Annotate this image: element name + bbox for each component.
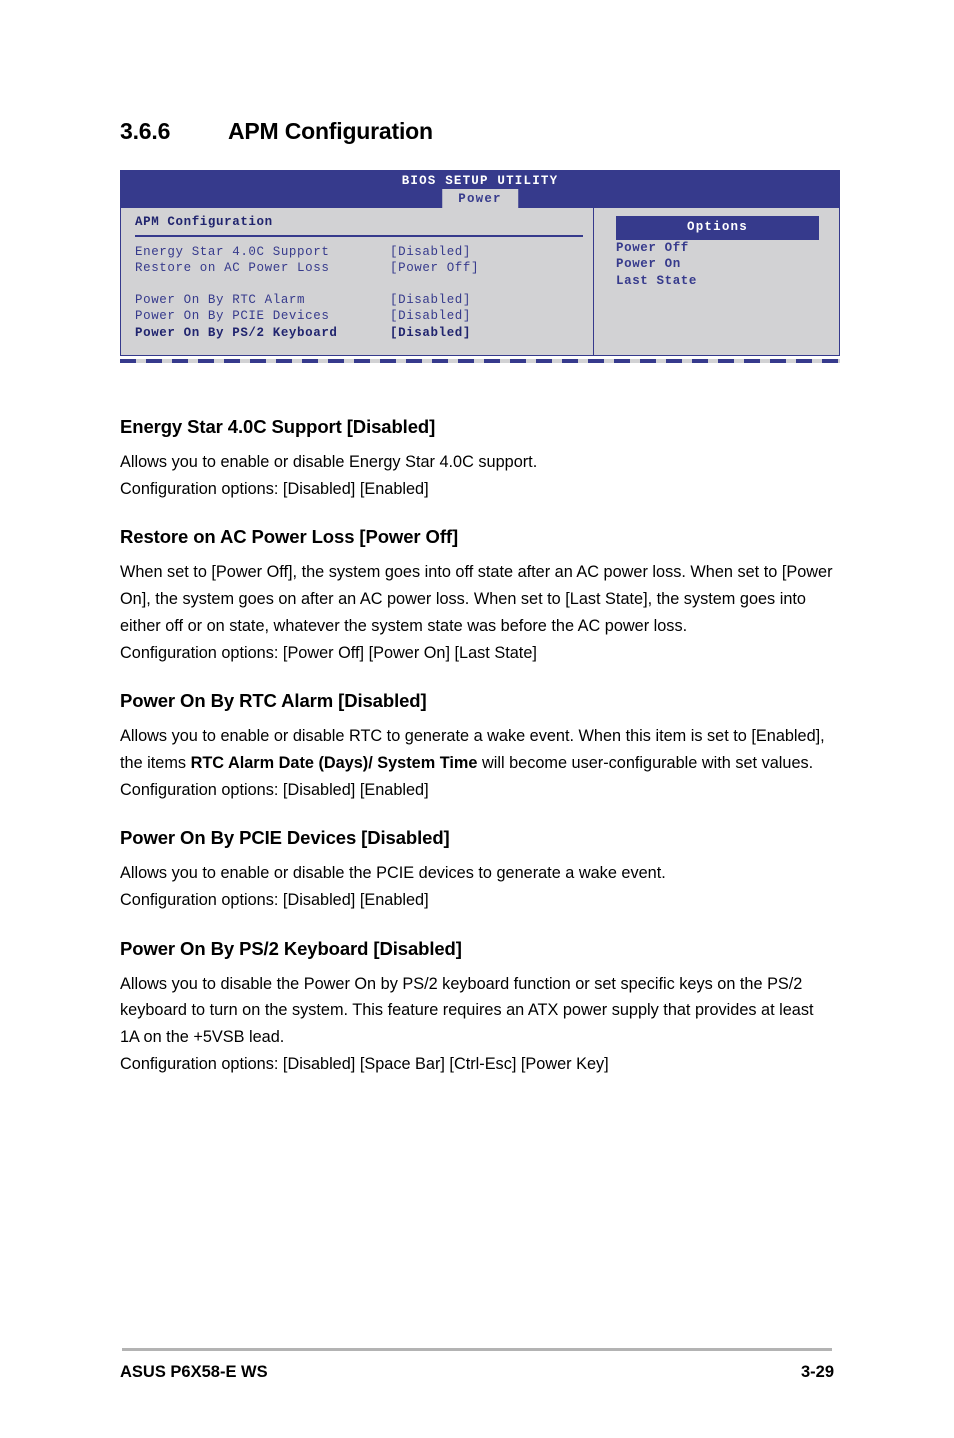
footer-divider [122,1348,832,1351]
bios-setting-value[interactable]: [Disabled] [390,308,471,325]
item-paragraph: Configuration options: [Disabled] [Space… [120,1051,834,1078]
description-block: Restore on AC Power Loss [Power Off] When… [120,526,834,666]
bios-header: BIOS SETUP UTILITY Power [120,170,840,211]
bios-settings-panel: APM Configuration Energy Star 4.0C Suppo… [121,208,594,355]
bios-bottom-dashed-rule [120,359,840,363]
paragraph-text: Allows you to enable or disable Energy S… [120,453,538,471]
bios-body: APM Configuration Energy Star 4.0C Suppo… [120,208,840,356]
page-title: 3.6.6 APM Configuration [120,118,433,145]
paragraph-text: Configuration options: [Power Off] [Powe… [120,643,537,662]
bios-setting-label: Energy Star 4.0C Support [135,244,330,259]
bios-panel-title: APM Configuration [135,215,273,229]
paragraph-text: Allows you to enable or disable the PCIE… [120,864,666,883]
paragraph-text: When set to [Power Off], the system goes… [120,563,833,635]
item-paragraph: Allows you to enable or disable the PCIE… [120,860,834,887]
item-paragraph: Configuration options: [Disabled] [Enabl… [120,476,834,503]
item-paragraph: Allows you to enable or disable RTC to g… [120,723,834,803]
option-item[interactable]: Power On [594,256,839,273]
section-number: 3.6.6 [120,118,171,144]
options-list: Power Off Power On Last State [594,240,839,290]
bios-setting-value[interactable]: [Disabled] [390,292,471,309]
footer-page-number: 3-29 [800,1363,834,1381]
description-block: Power On By PS/2 Keyboard [Disabled] Allo… [120,938,834,1078]
section-title: APM Configuration [228,118,433,144]
item-paragraph: Configuration options: [Disabled] [Enabl… [120,887,834,914]
bios-settings-list: Energy Star 4.0C Support [Disabled] Restor… [135,244,593,342]
item-paragraph: Allows you to disable the Power On by PS… [120,971,834,1051]
paragraph-text: Configuration options: [Disabled] [Enabl… [120,891,429,910]
description-block: Power On By PCIE Devices [Disabled] Allow… [120,827,834,913]
bios-setting-label: Power On By RTC Alarm [135,292,306,307]
paragraph-text: Configuration options: [Disabled] [Space… [120,1054,609,1073]
item-paragraph: Allows you to enable or disable Energy S… [120,449,834,476]
item-heading: Restore on AC Power Loss [Power Off] [120,526,459,548]
item-heading: Power On By RTC Alarm [Disabled] [120,690,427,712]
bios-setting-row[interactable]: Energy Star 4.0C Support [Disabled] [135,244,593,261]
paragraph-text: Configuration options: [Disabled] [Enabl… [120,479,429,498]
panel-divider [135,234,583,237]
bios-setting-value[interactable]: [Disabled] [390,325,471,342]
emphasized-text: RTC Alarm Date (Days)/ System Time [190,753,478,772]
description-block: Energy Star 4.0C Support [Disabled] Allow… [120,416,834,502]
bios-setting-row[interactable]: Restore on AC Power Loss [Power Off] [135,260,593,277]
bios-setting-label: Restore on AC Power Loss [135,261,330,275]
bios-setting-value[interactable]: [Power Off] [390,260,479,277]
bios-setting-label: Power On By PS/2 Keyboard [135,325,338,340]
bios-options-panel: Options Power Off Power On Last State [594,208,839,355]
item-heading: Power On By PS/2 Keyboard [Disabled] [120,937,462,959]
bios-setting-row[interactable]: Power On By PCIE Devices [Disabled] [135,308,593,325]
options-header: Options [616,216,819,240]
item-heading: Power On By PCIE Devices [Disabled] [120,827,450,849]
bios-setting-label: Power On By PCIE Devices [135,309,330,323]
item-paragraph: When set to [Power Off], the system goes… [120,559,834,639]
description-block: Power On By RTC Alarm [Disabled] Allows y… [120,690,834,803]
bios-setting-row[interactable]: Power On By PS/2 Keyboard [Disabled] [135,325,593,342]
manual-page: 3.6.6 APM Configuration BIOS SETUP UTILI… [0,0,954,1438]
item-heading: Energy Star 4.0C Support [Disabled] [120,416,436,437]
item-descriptions: Energy Star 4.0C Support [Disabled] Allow… [120,416,834,1078]
bios-utility-title: BIOS SETUP UTILITY [401,174,559,188]
tab-power[interactable]: Power [442,189,518,211]
option-item[interactable]: Last State [594,273,839,290]
item-paragraph: Configuration options: [Power Off] [Powe… [120,640,834,667]
bios-row-spacer [135,277,593,292]
paragraph-text: Allows you to disable the Power On by PS… [120,974,814,1047]
bios-setting-value[interactable]: [Disabled] [390,244,471,261]
bios-setting-row[interactable]: Power On By RTC Alarm [Disabled] [135,292,593,309]
bios-setup-screenshot: BIOS SETUP UTILITY Power APM Configurati… [120,170,840,363]
option-item[interactable]: Power Off [594,240,839,257]
